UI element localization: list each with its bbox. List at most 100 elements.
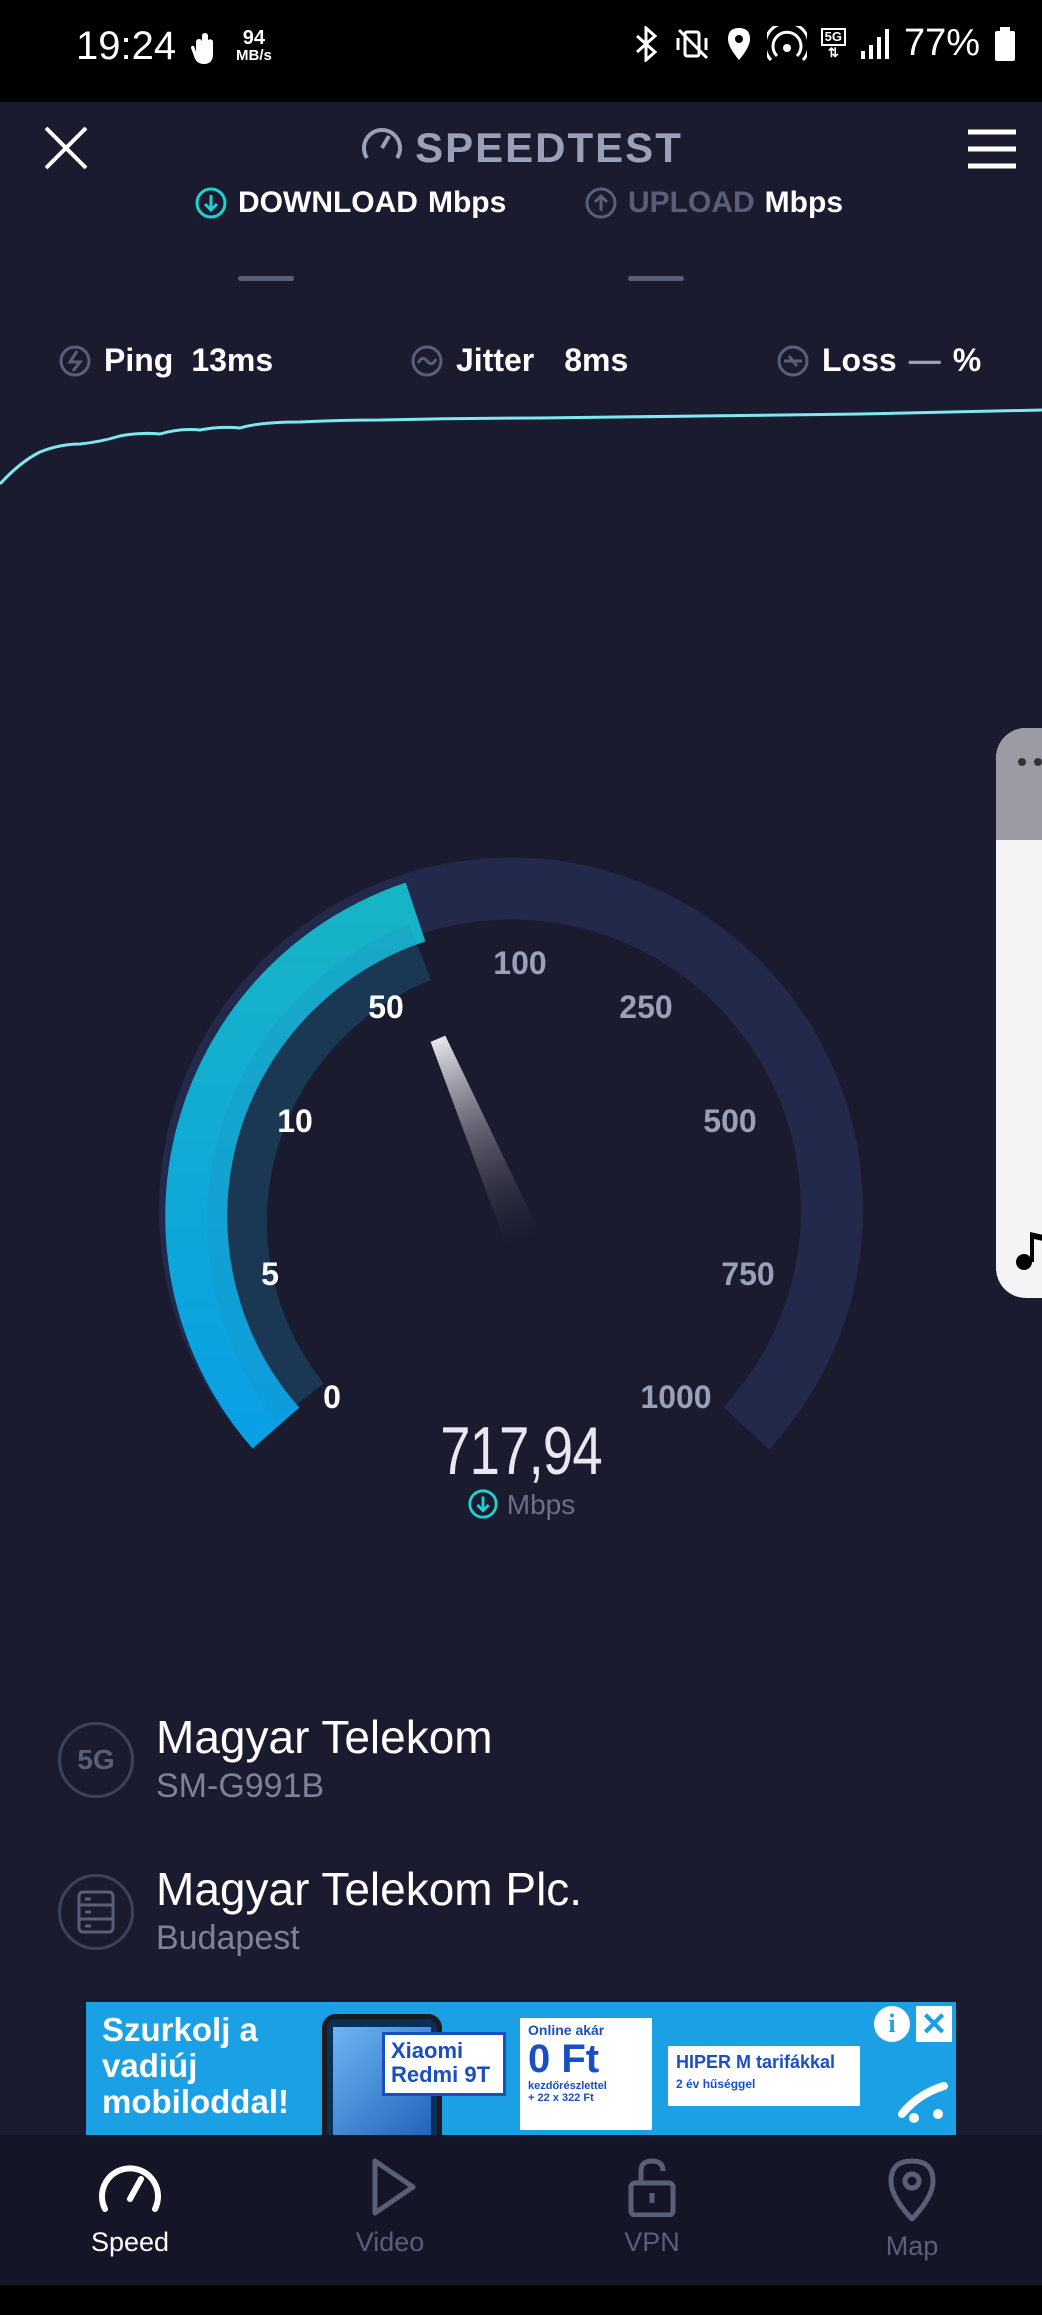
- system-nav-bar: [0, 2285, 1042, 2315]
- upload-label: UPLOAD: [628, 186, 755, 219]
- tick-0: 0: [323, 1379, 341, 1415]
- nav-video[interactable]: Video: [290, 2157, 490, 2258]
- test-tabs: DOWNLOAD Mbps UPLOAD Mbps: [0, 186, 1042, 306]
- tick-50: 50: [368, 989, 404, 1025]
- upload-arrow-icon: [585, 187, 617, 219]
- ad-headline-line: Szurkolj a: [102, 2011, 258, 2048]
- data-rate-value: 94: [242, 27, 266, 49]
- ping-value: 13ms: [191, 342, 274, 378]
- ad-plan: HIPER M tarifákkal: [676, 2052, 836, 2072]
- tab-upload[interactable]: UPLOAD Mbps: [584, 186, 843, 281]
- tick-100: 100: [493, 945, 546, 981]
- loss-icon: [777, 345, 809, 376]
- ad-phone-line: Xiaomi: [391, 2038, 464, 2063]
- ad-price-top: Online akár: [528, 2022, 605, 2038]
- location-icon: [727, 27, 750, 60]
- app-title: SPEEDTEST: [0, 122, 1042, 172]
- nav-map-label: Map: [885, 2231, 939, 2261]
- bluetooth-icon: [635, 25, 657, 62]
- menu-icon[interactable]: [966, 126, 1018, 172]
- ad-plan-small: 2 év hűséggel: [676, 2077, 756, 2091]
- status-bar: 19:24 94 MB/s 5G ⇅ 77%: [0, 0, 1042, 102]
- nav-speed-label: Speed: [90, 2227, 170, 2257]
- ad-headline-line: mobiloddal!: [102, 2083, 289, 2120]
- battery-percent: 77%: [903, 22, 980, 64]
- ad-close-icon[interactable]: ✕: [916, 2006, 952, 2042]
- nav-video-label: Video: [355, 2227, 425, 2257]
- status-icons: 5G ⇅ 77%: [633, 22, 1016, 65]
- ad-phone-model: Xiaomi Redmi 9T: [382, 2032, 506, 2096]
- ad-banner[interactable]: Szurkolj a vadiúj mobiloddal! Xiaomi Red…: [86, 2002, 956, 2135]
- nav-speed[interactable]: Speed: [30, 2157, 230, 2258]
- 5g-badge-icon: 5G: [58, 1722, 134, 1798]
- telekom-logo-icon: [898, 2082, 948, 2123]
- app-title-text: SPEEDTEST: [415, 124, 683, 171]
- speedtest-app: SPEEDTEST DOWNLOAD Mbps UPLOAD Mbps Ping…: [0, 102, 1042, 2135]
- upload-value-placeholder: [628, 276, 684, 281]
- server-city: Budapest: [156, 1919, 300, 1957]
- ad-price-small-2: + 22 x 322 Ft: [528, 2092, 594, 2104]
- bottom-nav: Speed Video VPN Map: [0, 2135, 1042, 2285]
- signal-icon: [860, 28, 889, 59]
- tick-250: 250: [619, 989, 672, 1025]
- download-unit: Mbps: [427, 186, 507, 219]
- status-time: 19:24: [76, 24, 177, 68]
- speed-graph: [0, 408, 1042, 486]
- ad-headline-line: vadiúj: [102, 2047, 198, 2084]
- ad-price: 0 Ft: [528, 2037, 600, 2081]
- jitter-value: 8ms: [564, 342, 629, 378]
- server-icon: [58, 1874, 134, 1950]
- ping-label: Ping: [104, 342, 174, 378]
- device-model: SM-G991B: [156, 1767, 325, 1805]
- speed-value: 717,94: [440, 1413, 602, 1489]
- server-name: Magyar Telekom Plc.: [156, 1863, 583, 1915]
- download-arrow-icon: [195, 187, 227, 219]
- play-icon: [372, 2158, 416, 2216]
- tab-download[interactable]: DOWNLOAD Mbps: [194, 186, 507, 281]
- battery-icon: [995, 26, 1015, 61]
- nav-vpn[interactable]: VPN: [552, 2157, 752, 2258]
- ad-price-small: kezdőrészlettel: [528, 2080, 607, 2092]
- ad-plan-box: HIPER M tarifákkal 2 év hűséggel: [668, 2046, 860, 2106]
- jitter-metric: Jitter 8ms: [410, 342, 628, 379]
- download-label: DOWNLOAD: [238, 186, 418, 219]
- ad-price-box: Online akár 0 Ft kezdőrészlettel + 22 x …: [520, 2018, 652, 2130]
- ad-headline: Szurkolj a vadiúj mobiloddal!: [102, 2012, 289, 2120]
- hand-icon: [191, 33, 213, 64]
- network-5g-icon: 5G ⇅: [820, 27, 846, 60]
- nav-map[interactable]: Map: [812, 2157, 1012, 2262]
- loss-metric: Loss — %: [776, 342, 981, 379]
- speed-unit-text: Mbps: [506, 1489, 576, 1520]
- speed-unit: Mbps: [0, 1488, 1042, 1521]
- vibrate-mute-icon: [676, 28, 708, 59]
- hotspot-icon: [766, 25, 807, 61]
- tick-500: 500: [703, 1103, 756, 1139]
- upload-unit: Mbps: [764, 186, 843, 219]
- speedometer-icon: [362, 128, 403, 160]
- tick-10: 10: [277, 1103, 313, 1139]
- ping-icon: [59, 345, 91, 376]
- map-pin-icon: [888, 2158, 936, 2221]
- download-arrow-icon: [468, 1489, 498, 1519]
- ad-phone-line: Redmi 9T: [391, 2062, 491, 2087]
- data-rate-unit: MB/s: [236, 47, 272, 64]
- gauge-needle: [430, 1035, 541, 1249]
- nav-vpn-label: VPN: [624, 2227, 680, 2257]
- download-value-placeholder: [238, 276, 294, 281]
- data-rate: 94 MB/s: [236, 27, 272, 64]
- loss-label: Loss: [822, 342, 897, 378]
- speedometer-icon: [99, 2165, 161, 2212]
- tick-750: 750: [721, 1256, 774, 1292]
- ad-info-icon[interactable]: i: [874, 2006, 910, 2042]
- loss-unit: %: [952, 342, 982, 378]
- tick-5: 5: [261, 1256, 279, 1292]
- server-row[interactable]: Magyar Telekom Plc. Budapest: [58, 1862, 582, 1960]
- network-badge: 5G: [820, 27, 846, 46]
- provider-row: 5G Magyar Telekom SM-G991B: [58, 1710, 493, 1808]
- loss-value: —: [908, 342, 941, 378]
- ping-metric: Ping 13ms: [58, 342, 273, 379]
- jitter-icon: [411, 345, 443, 376]
- provider-name: Magyar Telekom: [156, 1711, 493, 1763]
- unlock-icon: [628, 2158, 676, 2217]
- jitter-label: Jitter: [456, 342, 535, 378]
